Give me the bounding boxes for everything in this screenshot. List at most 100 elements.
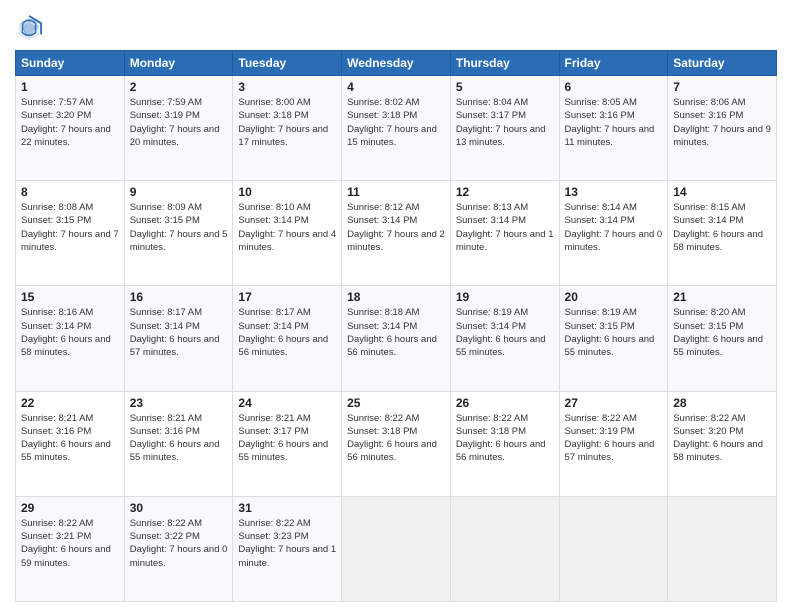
calendar-week-row: 15 Sunrise: 8:16 AMSunset: 3:14 PMDayligh… [16,286,777,391]
day-info: Sunrise: 8:21 AMSunset: 3:16 PMDaylight:… [130,413,220,464]
calendar-cell: 14 Sunrise: 8:15 AMSunset: 3:14 PMDayligh… [668,181,777,286]
day-info: Sunrise: 8:16 AMSunset: 3:14 PMDaylight:… [21,307,111,358]
day-info: Sunrise: 8:20 AMSunset: 3:15 PMDaylight:… [673,307,763,358]
day-info: Sunrise: 8:18 AMSunset: 3:14 PMDaylight:… [347,307,437,358]
day-number: 3 [238,80,336,94]
day-info: Sunrise: 8:19 AMSunset: 3:14 PMDaylight:… [456,307,546,358]
day-info: Sunrise: 8:00 AMSunset: 3:18 PMDaylight:… [238,97,328,148]
calendar-cell [668,496,777,601]
day-info: Sunrise: 8:02 AMSunset: 3:18 PMDaylight:… [347,97,437,148]
day-info: Sunrise: 8:06 AMSunset: 3:16 PMDaylight:… [673,97,771,148]
calendar-cell: 16 Sunrise: 8:17 AMSunset: 3:14 PMDayligh… [124,286,233,391]
calendar-cell: 18 Sunrise: 8:18 AMSunset: 3:14 PMDayligh… [342,286,451,391]
day-number: 23 [130,396,228,410]
calendar-cell: 15 Sunrise: 8:16 AMSunset: 3:14 PMDayligh… [16,286,125,391]
calendar-cell: 3 Sunrise: 8:00 AMSunset: 3:18 PMDaylight… [233,76,342,181]
calendar-cell: 10 Sunrise: 8:10 AMSunset: 3:14 PMDayligh… [233,181,342,286]
day-number: 11 [347,185,445,199]
day-info: Sunrise: 8:22 AMSunset: 3:19 PMDaylight:… [565,413,655,464]
day-number: 4 [347,80,445,94]
day-info: Sunrise: 8:12 AMSunset: 3:14 PMDaylight:… [347,202,445,253]
day-number: 30 [130,501,228,515]
day-info: Sunrise: 8:22 AMSunset: 3:18 PMDaylight:… [347,413,437,464]
calendar-cell: 23 Sunrise: 8:21 AMSunset: 3:16 PMDayligh… [124,391,233,496]
day-number: 15 [21,290,119,304]
day-info: Sunrise: 8:15 AMSunset: 3:14 PMDaylight:… [673,202,763,253]
calendar-cell: 8 Sunrise: 8:08 AMSunset: 3:15 PMDaylight… [16,181,125,286]
calendar-cell: 13Sunrise: 8:14 AMSunset: 3:14 PMDayligh… [559,181,668,286]
day-number: 6 [565,80,663,94]
day-number: 20 [565,290,663,304]
calendar-cell: 7 Sunrise: 8:06 AMSunset: 3:16 PMDaylight… [668,76,777,181]
day-number: 26 [456,396,554,410]
calendar-week-row: 29 Sunrise: 8:22 AMSunset: 3:21 PMDayligh… [16,496,777,601]
weekday-header-saturday: Saturday [668,51,777,76]
day-number: 7 [673,80,771,94]
calendar-cell [342,496,451,601]
calendar-cell: 1Sunrise: 7:57 AMSunset: 3:20 PMDaylight… [16,76,125,181]
weekday-header-wednesday: Wednesday [342,51,451,76]
weekday-header-friday: Friday [559,51,668,76]
weekday-header-tuesday: Tuesday [233,51,342,76]
day-info: Sunrise: 7:59 AMSunset: 3:19 PMDaylight:… [130,97,220,148]
day-number: 22 [21,396,119,410]
calendar-cell [559,496,668,601]
calendar-cell: 25 Sunrise: 8:22 AMSunset: 3:18 PMDayligh… [342,391,451,496]
calendar-week-row: 1Sunrise: 7:57 AMSunset: 3:20 PMDaylight… [16,76,777,181]
day-info: Sunrise: 8:17 AMSunset: 3:14 PMDaylight:… [130,307,220,358]
calendar-cell: 28Sunrise: 8:22 AMSunset: 3:20 PMDayligh… [668,391,777,496]
calendar-table: SundayMondayTuesdayWednesdayThursdayFrid… [15,50,777,602]
day-number: 12 [456,185,554,199]
day-number: 19 [456,290,554,304]
calendar-cell: 31 Sunrise: 8:22 AMSunset: 3:23 PMDayligh… [233,496,342,601]
day-info: Sunrise: 8:22 AMSunset: 3:23 PMDaylight:… [238,518,336,569]
day-info: Sunrise: 8:04 AMSunset: 3:17 PMDaylight:… [456,97,546,148]
day-number: 10 [238,185,336,199]
day-number: 5 [456,80,554,94]
day-number: 29 [21,501,119,515]
logo [15,14,47,42]
day-number: 1 [21,80,119,94]
calendar-cell: 11 Sunrise: 8:12 AMSunset: 3:14 PMDayligh… [342,181,451,286]
calendar-cell: 17Sunrise: 8:17 AMSunset: 3:14 PMDayligh… [233,286,342,391]
day-info: Sunrise: 8:09 AMSunset: 3:15 PMDaylight:… [130,202,228,253]
day-number: 18 [347,290,445,304]
calendar-cell: 5 Sunrise: 8:04 AMSunset: 3:17 PMDaylight… [450,76,559,181]
day-number: 31 [238,501,336,515]
calendar-cell: 9 Sunrise: 8:09 AMSunset: 3:15 PMDaylight… [124,181,233,286]
calendar-cell: 21Sunrise: 8:20 AMSunset: 3:15 PMDayligh… [668,286,777,391]
day-info: Sunrise: 8:14 AMSunset: 3:14 PMDaylight:… [565,202,663,253]
calendar-week-row: 8 Sunrise: 8:08 AMSunset: 3:15 PMDaylight… [16,181,777,286]
day-info: Sunrise: 8:22 AMSunset: 3:20 PMDaylight:… [673,413,763,464]
logo-icon [15,14,43,42]
calendar-cell: 26 Sunrise: 8:22 AMSunset: 3:18 PMDayligh… [450,391,559,496]
day-number: 14 [673,185,771,199]
day-info: Sunrise: 8:22 AMSunset: 3:22 PMDaylight:… [130,518,228,569]
calendar-cell: 4 Sunrise: 8:02 AMSunset: 3:18 PMDaylight… [342,76,451,181]
weekday-header-monday: Monday [124,51,233,76]
day-info: Sunrise: 8:19 AMSunset: 3:15 PMDaylight:… [565,307,655,358]
calendar-cell: 27 Sunrise: 8:22 AMSunset: 3:19 PMDayligh… [559,391,668,496]
day-info: Sunrise: 8:21 AMSunset: 3:16 PMDaylight:… [21,413,111,464]
calendar-cell: 30 Sunrise: 8:22 AMSunset: 3:22 PMDayligh… [124,496,233,601]
calendar-cell: 19 Sunrise: 8:19 AMSunset: 3:14 PMDayligh… [450,286,559,391]
day-info: Sunrise: 8:22 AMSunset: 3:18 PMDaylight:… [456,413,546,464]
page: SundayMondayTuesdayWednesdayThursdayFrid… [0,0,792,612]
day-number: 2 [130,80,228,94]
weekday-header-row: SundayMondayTuesdayWednesdayThursdayFrid… [16,51,777,76]
calendar-cell: 24Sunrise: 8:21 AMSunset: 3:17 PMDayligh… [233,391,342,496]
day-info: Sunrise: 8:13 AMSunset: 3:14 PMDaylight:… [456,202,554,253]
day-number: 9 [130,185,228,199]
day-info: Sunrise: 8:05 AMSunset: 3:16 PMDaylight:… [565,97,655,148]
day-info: Sunrise: 8:08 AMSunset: 3:15 PMDaylight:… [21,202,119,253]
calendar-week-row: 22 Sunrise: 8:21 AMSunset: 3:16 PMDayligh… [16,391,777,496]
day-number: 27 [565,396,663,410]
day-number: 16 [130,290,228,304]
day-info: Sunrise: 8:21 AMSunset: 3:17 PMDaylight:… [238,413,328,464]
day-info: Sunrise: 8:22 AMSunset: 3:21 PMDaylight:… [21,518,111,569]
day-number: 25 [347,396,445,410]
day-number: 8 [21,185,119,199]
weekday-header-thursday: Thursday [450,51,559,76]
day-info: Sunrise: 8:10 AMSunset: 3:14 PMDaylight:… [238,202,336,253]
day-info: Sunrise: 8:17 AMSunset: 3:14 PMDaylight:… [238,307,328,358]
